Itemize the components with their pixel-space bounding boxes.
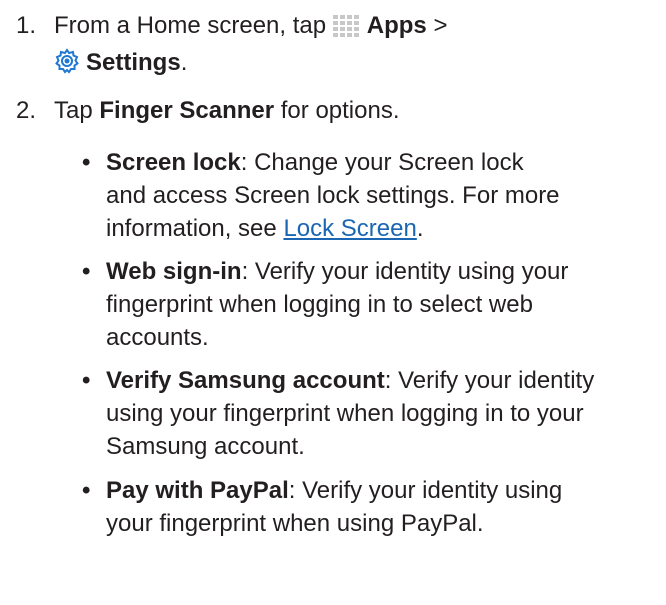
option-desc: accounts. — [106, 324, 209, 351]
option-desc: and access Screen lock settings. For mor… — [106, 182, 560, 209]
option-desc: . — [416, 215, 424, 242]
option-desc: : Verify your identity using your — [241, 258, 569, 285]
settings-label: Settings — [86, 49, 181, 76]
apps-label: Apps — [366, 12, 427, 39]
list-item-text: Screen lock: Change your Screen lock and… — [106, 146, 666, 245]
separator: > — [433, 12, 448, 39]
step-text-suffix: for options. — [280, 97, 400, 124]
list-item-text: Web sign-in: Verify your identity using … — [106, 255, 666, 354]
finger-scanner-label: Finger Scanner — [99, 97, 275, 124]
step-body: Tap Finger Scanner for options. — [54, 94, 656, 127]
option-desc: information, see — [106, 215, 277, 242]
settings-gear-icon — [54, 48, 80, 83]
apps-grid-icon — [332, 13, 361, 46]
option-title: Pay with PayPal — [106, 477, 289, 504]
option-desc: : Change your Screen lock — [240, 149, 524, 176]
bullet-icon: • — [82, 367, 91, 394]
step-text-suffix: . — [180, 49, 188, 76]
option-desc: Samsung account. — [106, 433, 305, 460]
option-desc: : Verify your identity — [384, 367, 595, 394]
bullet-icon: • — [82, 149, 91, 176]
bullet-icon: • — [82, 477, 91, 504]
list-item-text: Pay with PayPal: Verify your identity us… — [106, 474, 666, 540]
step-number: 1. — [16, 12, 37, 39]
step-text: Tap — [54, 97, 93, 124]
option-desc: fingerprint when logging in to select we… — [106, 291, 533, 318]
option-title: Web sign-in — [106, 258, 242, 285]
option-desc: : Verify your identity using — [288, 477, 563, 504]
step-number: 2. — [16, 97, 37, 124]
step-body: From a Home screen, tap Apps > Settings. — [54, 9, 656, 83]
help-page: 1. From a Home screen, tap Apps > Settin… — [0, 0, 666, 605]
option-title: Screen lock — [106, 149, 241, 176]
option-desc: using your fingerprint when logging in t… — [106, 400, 584, 427]
option-desc: your fingerprint when using PayPal. — [106, 510, 484, 537]
lock-screen-link[interactable]: Lock Screen — [283, 215, 416, 242]
list-item-text: Verify Samsung account: Verify your iden… — [106, 364, 666, 463]
step-text: From a Home screen, tap — [54, 12, 327, 39]
bullet-icon: • — [82, 258, 91, 285]
option-title: Verify Samsung account — [106, 367, 385, 394]
